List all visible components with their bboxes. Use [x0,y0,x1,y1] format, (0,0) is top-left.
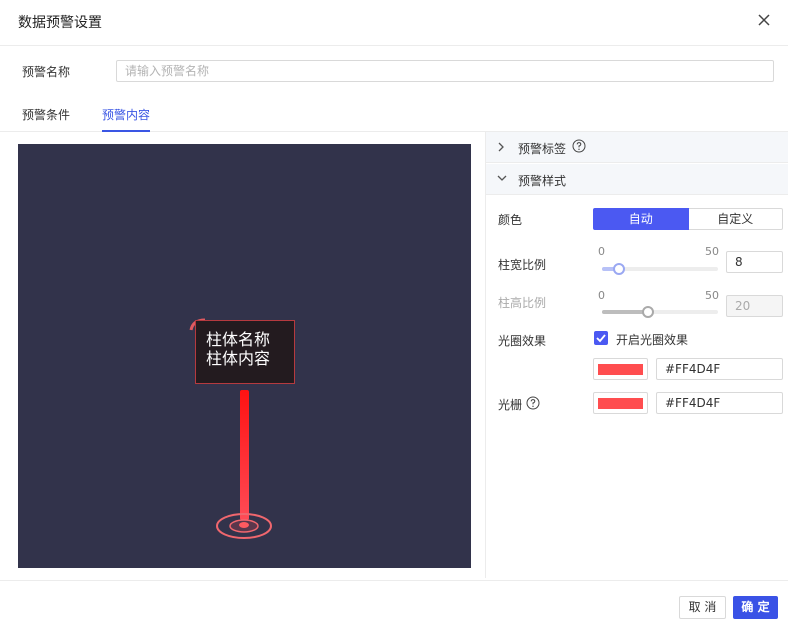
column-height-min: 0 [598,289,605,302]
column-height-max: 50 [705,289,719,302]
close-icon[interactable] [754,10,774,30]
chevron-down-icon [497,175,507,181]
column-height-slider[interactable] [602,306,718,318]
ok-button[interactable]: 确 定 [733,596,778,619]
dialog-footer: 取 消 确 定 [0,580,788,624]
section-title: 预警标签 [518,142,567,156]
column-width-label: 柱宽比例 [498,258,547,272]
name-input[interactable] [116,60,774,82]
color-custom-button[interactable]: 自定义 [688,208,783,230]
halo-color-input[interactable] [656,358,783,380]
check-icon [596,334,606,343]
grating-color-picker[interactable] [593,392,648,414]
help-icon[interactable] [572,139,586,153]
halo-checkbox[interactable] [594,331,608,345]
halo-color-picker[interactable] [593,358,648,380]
settings-panel: 预警标签 预警样式 颜色 自动 自定义 柱宽比例 0 50 柱高比例 0 50 … [485,132,788,578]
chevron-right-icon [498,142,504,152]
color-mode-toggle: 自动 自定义 [593,208,783,230]
tabs-bar: 预警条件 预警内容 [0,96,788,132]
grating-color-swatch [598,398,643,409]
column-width-slider[interactable] [602,263,718,275]
column-width-input[interactable] [726,251,783,273]
grating-color-input[interactable] [656,392,783,414]
help-icon[interactable] [526,396,540,410]
name-label: 预警名称 [22,65,71,79]
halo-label: 光圈效果 [498,334,547,348]
column-width-max: 50 [705,245,719,258]
halo-checkbox-label: 开启光圈效果 [616,333,689,347]
cancel-button[interactable]: 取 消 [679,596,726,619]
column-height-input[interactable] [726,295,783,317]
warning-pole [240,390,249,520]
dialog-header: 数据预警设置 [0,0,788,46]
halo-ring [216,513,272,539]
tab-content[interactable]: 预警内容 [102,106,151,132]
sign-name-text: 柱体名称 [206,330,271,349]
column-height-slider-thumb[interactable] [642,306,654,318]
section-title: 预警样式 [518,174,567,188]
section-warning-style[interactable]: 预警样式 [486,164,788,195]
sign-content-text: 柱体内容 [206,349,271,368]
name-row: 预警名称 [0,46,788,96]
column-width-slider-thumb[interactable] [613,263,625,275]
halo-color-swatch [598,364,643,375]
preview-canvas: 柱体名称 柱体内容 [18,144,471,568]
tab-conditions[interactable]: 预警条件 [22,106,70,132]
color-auto-button[interactable]: 自动 [593,208,689,230]
color-label: 颜色 [498,213,523,227]
column-width-min: 0 [598,245,605,258]
grating-label: 光栅 [498,398,523,412]
section-warning-label[interactable]: 预警标签 [486,132,788,163]
column-height-label: 柱高比例 [498,296,547,310]
warning-sign: 柱体名称 柱体内容 [195,320,295,384]
dialog-title: 数据预警设置 [18,15,102,31]
